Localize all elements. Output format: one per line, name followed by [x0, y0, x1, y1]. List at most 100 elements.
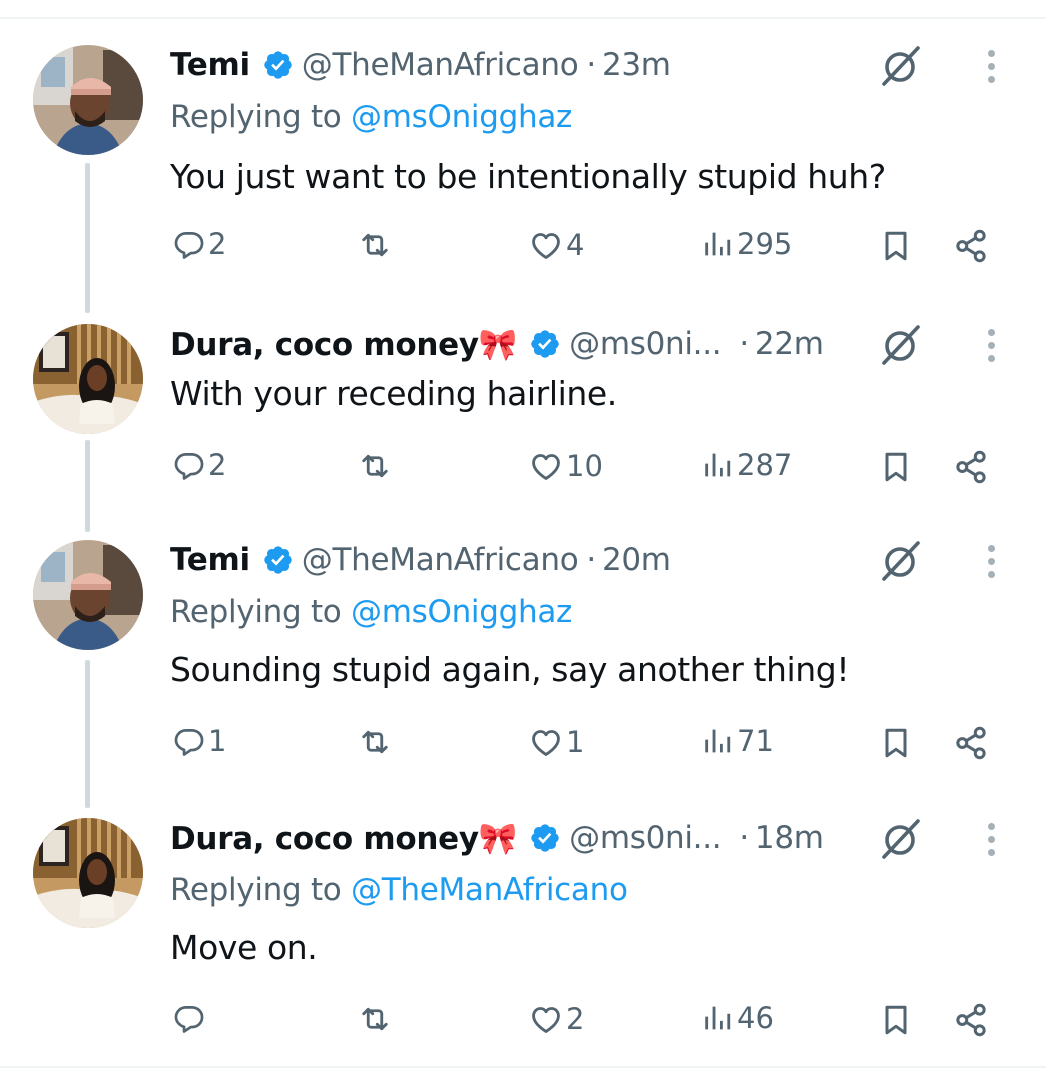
timestamp[interactable]: 22m: [755, 326, 824, 362]
like-count: 1: [566, 725, 585, 759]
share-button[interactable]: [952, 1001, 990, 1039]
reply-icon: [172, 227, 206, 261]
like-button[interactable]: 2: [528, 1001, 584, 1037]
bookmark-icon: [878, 227, 914, 265]
timestamp[interactable]: 23m: [602, 47, 671, 83]
share-icon: [952, 227, 990, 265]
views-button[interactable]: 295: [701, 227, 792, 261]
retweet-button[interactable]: [357, 1001, 393, 1037]
separator-dot: ·: [586, 542, 596, 578]
top-divider: [0, 17, 1046, 19]
reply-button[interactable]: 2: [172, 448, 226, 482]
avatar[interactable]: [33, 45, 143, 155]
author-handle[interactable]: @TheManAfricano: [302, 47, 579, 83]
views-count: 46: [737, 1001, 774, 1035]
share-icon: [952, 724, 990, 762]
share-button[interactable]: [952, 227, 990, 265]
views-button[interactable]: 71: [701, 724, 774, 758]
like-button[interactable]: 10: [528, 448, 603, 484]
more-icon[interactable]: [976, 324, 1006, 366]
avatar[interactable]: [33, 324, 143, 434]
bookmark-icon: [878, 448, 914, 486]
views-button[interactable]: 287: [701, 448, 792, 482]
like-icon: [528, 724, 564, 760]
avatar[interactable]: [33, 818, 143, 928]
views-count: 71: [737, 724, 774, 758]
avatar[interactable]: [33, 540, 143, 650]
replying-to-mention[interactable]: @msOnigghaz: [351, 99, 572, 135]
share-button[interactable]: [952, 448, 990, 486]
replying-to-label: Replying to: [170, 872, 352, 908]
views-button[interactable]: 46: [701, 1001, 774, 1035]
bookmark-icon: [878, 724, 914, 762]
tweet-header: Dura, coco money🎀 @ms0ni... · 18m: [170, 818, 824, 858]
replying-to: Replying to @msOnigghaz: [170, 594, 572, 630]
replying-to-mention[interactable]: @TheManAfricano: [351, 872, 628, 908]
timestamp[interactable]: 18m: [755, 820, 824, 856]
retweet-icon: [357, 227, 393, 263]
replying-to: Replying to @msOnigghaz: [170, 99, 572, 135]
bookmark-button[interactable]: [878, 724, 914, 762]
author-handle[interactable]: @TheManAfricano: [302, 542, 579, 578]
author-name[interactable]: Dura, coco money🎀: [170, 326, 517, 363]
verified-badge-icon: [262, 544, 294, 576]
timestamp[interactable]: 20m: [602, 542, 671, 578]
reply-button[interactable]: 2: [172, 227, 226, 261]
replying-to-mention[interactable]: @msOnigghaz: [351, 594, 572, 630]
like-button[interactable]: 4: [528, 227, 584, 263]
tweet-text: With your receding hairline.: [170, 374, 617, 413]
grok-icon[interactable]: [878, 322, 924, 368]
bookmark-button[interactable]: [878, 227, 914, 265]
reply-button[interactable]: [172, 1001, 208, 1035]
retweet-button[interactable]: [357, 724, 393, 760]
separator-dot: ·: [586, 47, 596, 83]
retweet-icon: [357, 448, 393, 484]
replying-to-label: Replying to: [170, 594, 352, 630]
more-icon[interactable]: [976, 540, 1006, 582]
reply-button[interactable]: 1: [172, 724, 226, 758]
grok-icon[interactable]: [878, 538, 924, 584]
views-icon: [701, 1001, 735, 1035]
separator-dot: ·: [739, 820, 749, 856]
views-icon: [701, 227, 735, 261]
share-icon: [952, 448, 990, 486]
tweet-text: You just want to be intentionally stupid…: [170, 157, 886, 196]
retweet-button[interactable]: [357, 227, 393, 263]
verified-badge-icon: [529, 328, 561, 360]
like-count: 10: [566, 449, 603, 483]
like-icon: [528, 448, 564, 484]
grok-icon[interactable]: [878, 816, 924, 862]
bookmark-icon: [878, 1001, 914, 1039]
author-handle[interactable]: @ms0ni...: [569, 820, 722, 856]
author-name[interactable]: Temi: [170, 47, 250, 83]
like-count: 4: [566, 228, 585, 262]
tweet[interactable]: Temi @TheManAfricano · 23m Replying to @…: [0, 45, 1046, 285]
like-count: 2: [566, 1002, 585, 1036]
share-button[interactable]: [952, 724, 990, 762]
replying-to-label: Replying to: [170, 99, 352, 135]
author-name[interactable]: Temi: [170, 542, 250, 578]
tweet-header: Temi @TheManAfricano · 20m: [170, 540, 671, 580]
bottom-divider: [0, 1066, 1046, 1068]
views-icon: [701, 724, 735, 758]
bookmark-button[interactable]: [878, 448, 914, 486]
like-button[interactable]: 1: [528, 724, 584, 760]
author-handle[interactable]: @ms0ni...: [569, 326, 722, 362]
tweet[interactable]: Temi @TheManAfricano · 20m Replying to @…: [0, 540, 1046, 780]
like-icon: [528, 1001, 564, 1037]
tweet[interactable]: Dura, coco money🎀 @ms0ni... · 22m With y…: [0, 324, 1046, 514]
more-icon[interactable]: [976, 45, 1006, 87]
retweet-icon: [357, 1001, 393, 1037]
tweet-text: Move on.: [170, 928, 318, 967]
retweet-button[interactable]: [357, 448, 393, 484]
grok-icon[interactable]: [878, 43, 924, 89]
author-name[interactable]: Dura, coco money🎀: [170, 820, 517, 857]
more-icon[interactable]: [976, 818, 1006, 860]
tweet-header: Dura, coco money🎀 @ms0ni... · 22m: [170, 324, 824, 364]
bookmark-button[interactable]: [878, 1001, 914, 1039]
replying-to: Replying to @TheManAfricano: [170, 872, 628, 908]
tweet[interactable]: Dura, coco money🎀 @ms0ni... · 18m Replyi…: [0, 818, 1046, 1058]
views-count: 287: [737, 448, 793, 482]
views-count: 295: [737, 227, 793, 261]
views-icon: [701, 448, 735, 482]
